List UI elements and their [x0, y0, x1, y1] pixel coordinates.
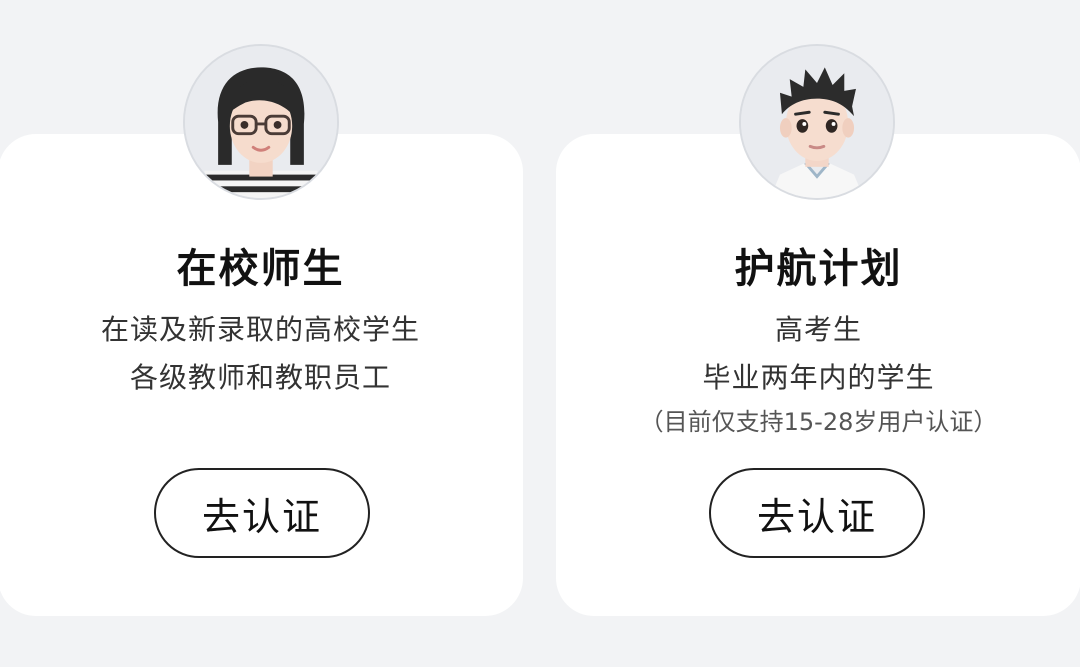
verify-button-escort[interactable]: 去认证 — [709, 468, 925, 558]
verification-options-screen: 在校师生 在读及新录取的高校学生 各级教师和教职员工 去认证 护航计划 高考生 … — [0, 0, 1080, 667]
card-description-line: 在读及新录取的高校学生 — [100, 313, 420, 346]
card-title: 在校师生 — [176, 246, 345, 292]
card-escort-plan: 护航计划 高考生 毕业两年内的学生 （目前仅支持15-28岁用户认证） 去认证 — [556, 134, 1080, 616]
verify-button-campus[interactable]: 去认证 — [154, 468, 370, 558]
card-description-line: 各级教师和教职员工 — [129, 361, 391, 394]
card-description-line: 高考生 — [774, 313, 862, 346]
card-age-note: （目前仅支持15-28岁用户认证） — [639, 408, 998, 436]
card-campus-teachers-students: 在校师生 在读及新录取的高校学生 各级教师和教职员工 去认证 — [0, 134, 523, 616]
female-avatar-icon — [183, 44, 339, 200]
card-description-line: 毕业两年内的学生 — [702, 361, 935, 394]
card-title: 护航计划 — [734, 246, 903, 292]
male-avatar-icon — [739, 44, 895, 200]
